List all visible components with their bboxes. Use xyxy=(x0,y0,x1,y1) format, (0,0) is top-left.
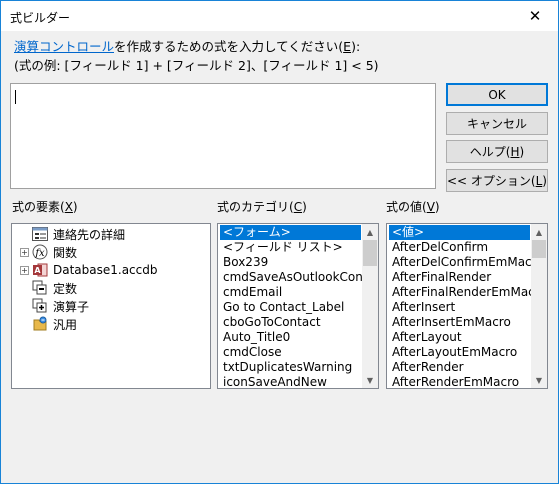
value-list-item[interactable]: AfterInsertEmMacro xyxy=(389,315,530,330)
tree-item-label: 定数 xyxy=(53,281,78,296)
values-label-text: 式の値( xyxy=(386,200,427,214)
options-button[interactable]: << オプション(L) xyxy=(446,169,548,192)
value-list-item[interactable]: AfterInsert xyxy=(389,300,530,315)
help-label: ヘルプ( xyxy=(469,145,511,159)
access-database-icon: A xyxy=(32,262,48,278)
tree-item-operators[interactable]: 演算子 xyxy=(20,297,89,315)
elements-label: 式の要素(X) xyxy=(12,198,78,215)
category-list-item[interactable]: cmdEmail xyxy=(220,285,361,300)
categories-label: 式のカテゴリ(C) xyxy=(217,198,307,215)
value-list-item[interactable]: AfterFinalRender xyxy=(389,270,530,285)
function-icon: fx xyxy=(32,244,48,260)
window-title: 式ビルダー xyxy=(10,11,71,25)
value-list-item[interactable]: AfterLayout xyxy=(389,330,530,345)
scroll-down-icon[interactable]: ▼ xyxy=(531,372,547,388)
values-items: <値> AfterDelConfirm AfterDelConfirmEmMacr A… xyxy=(389,225,537,388)
scroll-up-icon[interactable]: ▲ xyxy=(531,224,547,240)
tree-item-common[interactable]: 汎用 xyxy=(20,315,77,333)
expression-categories-list[interactable]: <フォーム> <フィールド リスト> Box239 cmdSaveAsOutlookC… xyxy=(217,223,379,389)
close-button[interactable]: ✕ xyxy=(512,1,558,31)
category-list-item[interactable]: Box239 xyxy=(220,255,361,270)
tree-item-constants[interactable]: 定数 xyxy=(20,279,77,297)
values-scrollbar[interactable]: ▲ ▼ xyxy=(531,224,547,388)
category-list-item[interactable]: cmdSaveAsOutlookCont xyxy=(220,270,368,285)
expression-elements-tree[interactable]: 連絡先の詳細 + fx 関数 + A Database1.accdb 定数 演算… xyxy=(11,223,211,389)
expression-builder-window: 式ビルダー ✕ 演算コントロールを作成するための式を入力してください(E): (… xyxy=(0,0,559,484)
categories-label-text: 式のカテゴリ( xyxy=(217,200,294,214)
scroll-up-icon[interactable]: ▲ xyxy=(362,224,378,240)
expand-icon[interactable]: + xyxy=(20,265,29,275)
categories-label-tail: ) xyxy=(302,200,307,214)
tree-item-form[interactable]: 連絡先の詳細 xyxy=(20,225,125,243)
elements-label-tail: ) xyxy=(72,200,78,214)
options-tail: ) xyxy=(542,173,547,188)
scroll-thumb[interactable] xyxy=(532,240,546,258)
categories-scrollbar[interactable]: ▲ ▼ xyxy=(362,224,378,388)
operators-icon xyxy=(32,298,48,314)
value-list-item[interactable]: AfterRender xyxy=(389,360,530,375)
help-tail: ) xyxy=(519,144,525,159)
instruction-body: を作成するための式を入力してください( xyxy=(114,39,344,54)
options-label: << オプション( xyxy=(447,174,536,188)
common-expressions-icon xyxy=(32,316,48,332)
category-list-item[interactable]: <フィールド リスト> xyxy=(220,240,361,255)
ok-button[interactable]: OK xyxy=(446,83,548,106)
text-caret xyxy=(15,90,16,104)
close-icon: ✕ xyxy=(528,7,542,25)
expression-values-list[interactable]: <値> AfterDelConfirm AfterDelConfirmEmMacr A… xyxy=(386,223,548,389)
value-list-item[interactable]: <値> xyxy=(389,225,530,240)
expression-input[interactable] xyxy=(10,83,436,189)
category-list-item[interactable]: <フォーム> xyxy=(220,225,361,240)
help-button[interactable]: ヘルプ(H) xyxy=(446,140,548,163)
tree-item-functions[interactable]: + fx 関数 xyxy=(20,243,77,261)
calculated-control-link[interactable]: 演算コントロール xyxy=(14,39,114,54)
form-icon xyxy=(32,226,48,242)
elements-label-text: 式の要素( xyxy=(12,200,65,214)
value-list-item[interactable]: AfterFinalRenderEmMac xyxy=(389,285,535,300)
value-list-item[interactable]: AfterDelConfirmEmMacr xyxy=(389,255,537,270)
value-list-item[interactable]: AfterLayoutEmMacro xyxy=(389,345,530,360)
value-list-item[interactable]: AfterDelConfirm xyxy=(389,240,530,255)
category-list-item[interactable]: txtDuplicatesWarning xyxy=(220,360,361,375)
tree-item-label: 汎用 xyxy=(53,317,78,332)
instruction-tail: ): xyxy=(351,39,361,54)
category-list-item[interactable]: Auto_Title0 xyxy=(220,330,361,345)
options-hotkey: L xyxy=(535,173,543,188)
svg-text:fx: fx xyxy=(34,248,45,259)
values-label-tail: ) xyxy=(434,200,440,214)
scroll-down-icon[interactable]: ▼ xyxy=(362,372,378,388)
instruction-hotkey: E xyxy=(343,39,352,54)
scroll-thumb[interactable] xyxy=(363,240,377,266)
expand-icon[interactable]: + xyxy=(20,247,29,257)
category-list-item[interactable]: iconSaveAndNew xyxy=(220,375,361,388)
values-hotkey: V xyxy=(426,200,435,214)
tree-item-label: 演算子 xyxy=(53,299,90,314)
categories-hotkey: C xyxy=(293,200,303,214)
help-hotkey: H xyxy=(510,144,520,159)
values-label: 式の値(V) xyxy=(386,198,440,215)
constants-icon xyxy=(32,280,48,296)
tree-item-label: 連絡先の詳細 xyxy=(53,227,126,242)
tree-item-label: 関数 xyxy=(53,245,78,260)
tree-item-label: Database1.accdb xyxy=(53,263,158,277)
category-list-item[interactable]: cboGoToContact xyxy=(220,315,361,330)
value-list-item[interactable]: AfterRenderEmMacro xyxy=(389,375,530,388)
category-list-item[interactable]: Go to Contact_Label xyxy=(220,300,361,315)
cancel-button[interactable]: キャンセル xyxy=(446,112,548,135)
tree-item-database[interactable]: + A Database1.accdb xyxy=(20,261,158,279)
elements-hotkey: X xyxy=(64,200,73,214)
instruction-text: 演算コントロールを作成するための式を入力してください(E): xyxy=(14,36,360,55)
example-text: (式の例: [フィールド 1] + [フィールド 2]、[フィールド 1] < … xyxy=(14,58,379,73)
title-bar[interactable]: 式ビルダー ✕ xyxy=(1,1,558,31)
category-list-item[interactable]: cmdClose xyxy=(220,345,361,360)
svg-text:A: A xyxy=(34,266,41,275)
categories-items: <フォーム> <フィールド リスト> Box239 cmdSaveAsOutlookC… xyxy=(220,225,368,388)
